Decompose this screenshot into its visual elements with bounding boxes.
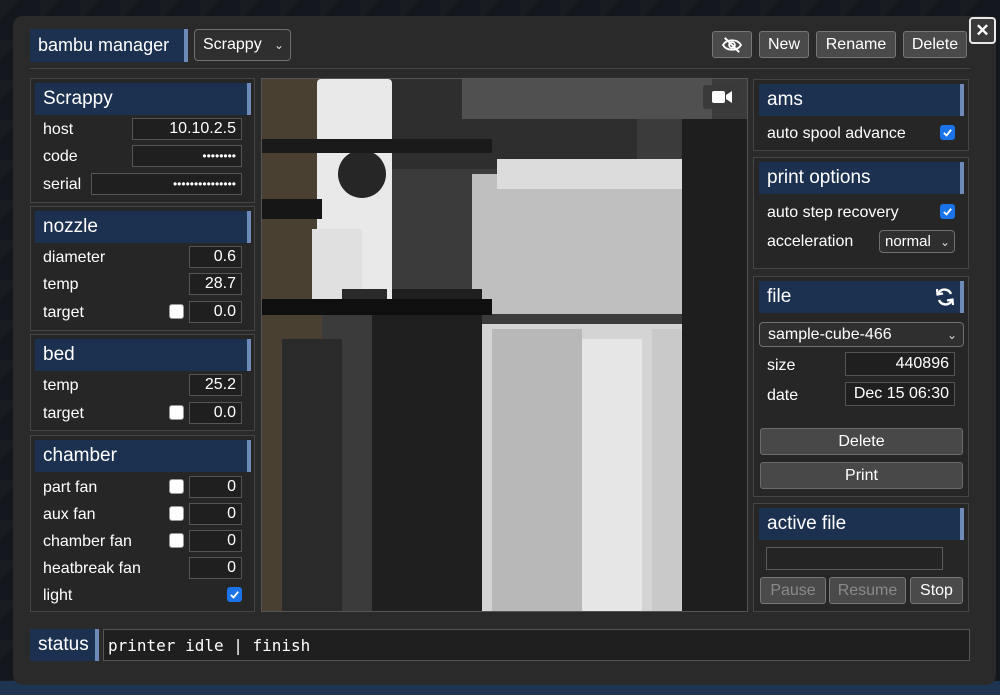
chamber-fan-field[interactable]: 0 <box>189 530 242 552</box>
nozzle-target-label: target <box>43 304 84 321</box>
file-date-label: date <box>767 387 799 404</box>
refresh-button[interactable] <box>934 287 956 312</box>
file-title-text: file <box>767 286 792 307</box>
aux-fan-label: aux fan <box>43 506 96 523</box>
serial-label: serial <box>43 176 82 193</box>
printer-select-value: Scrappy <box>203 36 262 53</box>
chevron-down-icon: ⌄ <box>946 327 957 342</box>
chevron-down-icon: ⌄ <box>939 234 950 249</box>
close-button[interactable]: ✕ <box>969 17 996 44</box>
check-icon <box>943 129 952 137</box>
part-fan-field[interactable]: 0 <box>189 476 242 498</box>
acceleration-select[interactable]: normal ⌄ <box>879 230 955 253</box>
new-button[interactable]: New <box>759 31 809 58</box>
delete-file-button[interactable]: Delete <box>760 428 963 455</box>
print-file-button[interactable]: Print <box>760 462 963 489</box>
code-field[interactable]: •••••••• <box>132 145 242 167</box>
nozzle-panel-title: nozzle <box>35 211 251 243</box>
print-options-title: print options <box>759 162 964 194</box>
printer-select[interactable]: Scrappy ⌄ <box>194 29 291 61</box>
camera-toggle-button[interactable] <box>703 85 741 109</box>
aux-fan-field[interactable]: 0 <box>189 503 242 525</box>
resume-button[interactable]: Resume <box>829 577 906 604</box>
host-label: host <box>43 121 74 138</box>
app-title: bambu manager <box>30 29 188 62</box>
nozzle-temp-label: temp <box>43 276 79 293</box>
active-file-title: active file <box>759 508 964 540</box>
auto-spool-label: auto spool advance <box>767 125 906 142</box>
file-select[interactable]: sample-cube-466 ⌄ <box>759 322 964 347</box>
auto-step-label: auto step recovery <box>767 204 899 221</box>
eye-slash-icon <box>721 36 743 53</box>
bed-temp-field[interactable]: 25.2 <box>189 374 242 396</box>
bed-temp-label: temp <box>43 377 79 394</box>
video-camera-icon <box>712 91 732 103</box>
file-size-label: size <box>767 357 796 374</box>
nozzle-diameter-field[interactable]: 0.6 <box>189 246 242 268</box>
nozzle-target-checkbox[interactable] <box>169 304 184 319</box>
auto-spool-checkbox[interactable] <box>940 125 955 140</box>
print-progress-bar <box>766 547 943 570</box>
acceleration-value: normal <box>885 233 931 250</box>
app-title-text: bambu manager <box>38 35 170 55</box>
status-text: printer idle | finish <box>103 629 970 661</box>
heatbreak-fan-label: heatbreak fan <box>43 560 141 577</box>
bed-target-checkbox[interactable] <box>169 405 184 420</box>
chevron-down-icon: ⌄ <box>273 38 284 52</box>
camera-feed <box>261 78 748 612</box>
chamber-fan-label: chamber fan <box>43 533 132 550</box>
hide-camera-button[interactable] <box>712 31 752 58</box>
part-fan-label: part fan <box>43 479 98 496</box>
file-size-field: 440896 <box>845 352 955 376</box>
printer-panel-title: Scrappy <box>35 83 251 115</box>
ams-panel-title: ams <box>759 84 964 116</box>
bed-target-field[interactable]: 0.0 <box>189 402 242 424</box>
stop-button[interactable]: Stop <box>910 577 963 604</box>
serial-field[interactable]: ••••••••••••••• <box>91 173 242 195</box>
camera-image <box>262 79 747 611</box>
refresh-icon <box>935 288 955 306</box>
close-icon: ✕ <box>975 20 990 40</box>
heatbreak-fan-field: 0 <box>189 557 242 579</box>
part-fan-checkbox[interactable] <box>169 479 184 494</box>
light-label: light <box>43 587 73 604</box>
pause-button[interactable]: Pause <box>760 577 826 604</box>
code-label: code <box>43 148 78 165</box>
host-field[interactable]: 10.10.2.5 <box>132 118 242 140</box>
acceleration-label: acceleration <box>767 233 854 250</box>
nozzle-target-field[interactable]: 0.0 <box>189 301 242 323</box>
check-icon <box>230 591 239 599</box>
file-select-value: sample-cube-466 <box>768 325 892 343</box>
aux-fan-checkbox[interactable] <box>169 506 184 521</box>
check-icon <box>943 208 952 216</box>
rename-button[interactable]: Rename <box>816 31 896 58</box>
status-label: status <box>30 629 99 661</box>
nozzle-temp-field[interactable]: 28.7 <box>189 273 242 295</box>
chamber-panel-title: chamber <box>35 440 251 472</box>
delete-printer-button[interactable]: Delete <box>903 31 967 58</box>
bed-panel-title: bed <box>35 339 251 371</box>
nozzle-diameter-label: diameter <box>43 249 106 266</box>
file-date-field: Dec 15 06:30 <box>845 382 955 406</box>
light-checkbox[interactable] <box>227 587 242 602</box>
header-divider <box>30 68 970 69</box>
chamber-fan-checkbox[interactable] <box>169 533 184 548</box>
auto-step-checkbox[interactable] <box>940 204 955 219</box>
bed-target-label: target <box>43 405 84 422</box>
